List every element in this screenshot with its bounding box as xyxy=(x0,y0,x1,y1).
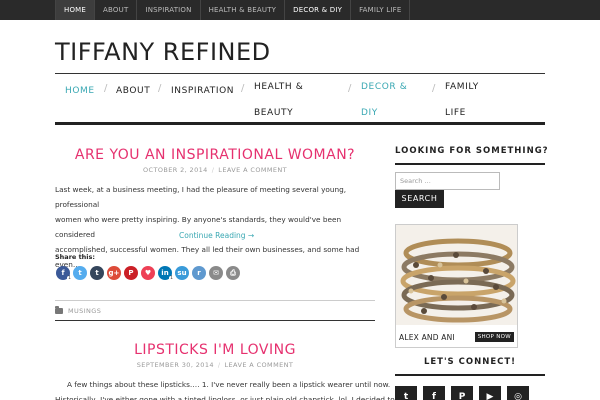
main-nav-separator: / xyxy=(241,83,245,94)
site-title[interactable]: TIFFANY REFINED xyxy=(55,38,271,66)
top-nav-family-life[interactable]: FAMILY LIFE xyxy=(351,0,411,20)
google-plus-icon[interactable]: g+ xyxy=(107,266,121,280)
top-nav-health-beauty[interactable]: HEALTH & BEAUTY xyxy=(201,0,286,20)
main-nav-inspiration[interactable]: INSPIRATION xyxy=(171,81,234,101)
shop-now-button[interactable]: SHOP NOW xyxy=(474,332,514,342)
reddit-icon[interactable]: r xyxy=(192,266,206,280)
search-input[interactable] xyxy=(395,172,500,190)
main-nav-decor-line2: DIY xyxy=(361,108,378,118)
top-nav-decor-diy[interactable]: DECOR & DIY xyxy=(285,0,352,20)
ad-caption: ALEX AND ANI SHOP NOW xyxy=(396,325,517,347)
pocket-icon[interactable]: ♥ xyxy=(141,266,155,280)
email-icon[interactable]: ✉ xyxy=(209,266,223,280)
social-icons: t f P ▶ ◎ xyxy=(395,386,529,400)
youtube-icon[interactable]: ▶ xyxy=(479,386,501,400)
main-nav-about[interactable]: ABOUT xyxy=(116,81,150,101)
twitter-icon[interactable]: t xyxy=(395,386,417,400)
share-count: 1 xyxy=(169,276,174,282)
main-nav: HOME / ABOUT / INSPIRATION / HEALTH & BE… xyxy=(55,73,545,125)
leave-comment-link[interactable]: LEAVE A COMMENT xyxy=(218,166,287,174)
tumblr-icon[interactable]: t xyxy=(90,266,104,280)
post-meta: SEPTEMBER 30, 2014/LEAVE A COMMENT xyxy=(136,361,294,369)
top-nav-home[interactable]: HOME xyxy=(55,0,96,20)
leave-comment-link[interactable]: LEAVE A COMMENT xyxy=(225,361,294,369)
post-divider xyxy=(55,300,375,301)
instagram-icon[interactable]: ◎ xyxy=(507,386,529,400)
continue-reading-link[interactable]: Continue Reading → xyxy=(179,231,254,240)
main-nav-decor-line1: DECOR & xyxy=(361,82,408,92)
main-nav-family-line2: LIFE xyxy=(445,108,466,118)
post-title[interactable]: ARE YOU AN INSPIRATIONAL WOMAN? xyxy=(55,147,375,163)
post-separator xyxy=(55,320,375,321)
search-button[interactable]: SEARCH xyxy=(395,190,444,208)
category-label: MUSINGS xyxy=(68,307,102,315)
main-nav-family-line1: FAMILY xyxy=(445,82,479,92)
main-nav-separator: / xyxy=(158,83,162,94)
share-label: Share this: xyxy=(55,253,96,261)
top-nav-inspiration[interactable]: INSPIRATION xyxy=(137,0,201,20)
excerpt-line: Historically, I've either gone with a ti… xyxy=(55,395,395,400)
main-nav-home[interactable]: HOME xyxy=(65,81,95,101)
excerpt-line: A few things about these lipsticks…. 1. … xyxy=(67,380,391,389)
excerpt-line: Last week, at a business meeting, I had … xyxy=(55,185,347,209)
post-category[interactable]: MUSINGS xyxy=(55,306,102,315)
ad-brand: ALEX AND ANI xyxy=(399,333,455,342)
share-buttons: f 1 t t g+ P ♥ in 1 su r ✉ ⎙ xyxy=(56,266,240,282)
main-nav-separator: / xyxy=(104,83,108,94)
share-count: 1 xyxy=(67,276,72,282)
top-bar: HOME ABOUT INSPIRATION HEALTH & BEAUTY D… xyxy=(0,0,600,20)
widget-rule xyxy=(395,374,545,376)
post-date: OCTOBER 2, 2014 xyxy=(143,166,208,174)
bracelets-image xyxy=(396,225,517,327)
search-widget-title: LOOKING FOR SOMETHING? xyxy=(395,146,549,156)
facebook-icon[interactable]: f1 xyxy=(56,266,72,282)
pinterest-icon[interactable]: P xyxy=(451,386,473,400)
alex-and-ani-ad[interactable]: ALEX AND ANI SHOP NOW xyxy=(395,224,518,348)
post-meta: OCTOBER 2, 2014/LEAVE A COMMENT xyxy=(143,166,287,174)
folder-icon xyxy=(55,306,63,314)
print-icon[interactable]: ⎙ xyxy=(226,266,240,280)
top-nav-about[interactable]: ABOUT xyxy=(95,0,138,20)
post-title[interactable]: LIPSTICKS I'M LOVING xyxy=(55,342,375,358)
post-excerpt: A few things about these lipsticks…. 1. … xyxy=(55,377,395,400)
main-nav-health-beauty[interactable]: HEALTH & BEAUTY xyxy=(254,74,303,126)
connect-widget-title: LET'S CONNECT! xyxy=(423,357,517,367)
main-nav-separator: / xyxy=(348,83,352,94)
stumbleupon-icon[interactable]: su xyxy=(175,266,189,280)
post-excerpt: Last week, at a business meeting, I had … xyxy=(55,182,377,272)
twitter-icon[interactable]: t xyxy=(73,266,87,280)
widget-rule xyxy=(395,163,545,165)
top-nav: HOME ABOUT INSPIRATION HEALTH & BEAUTY D… xyxy=(55,0,411,20)
main-nav-family-life[interactable]: FAMILY LIFE xyxy=(445,74,479,126)
main-nav-decor-diy[interactable]: DECOR & DIY xyxy=(361,74,407,126)
post-date: SEPTEMBER 30, 2014 xyxy=(136,361,214,369)
linkedin-icon[interactable]: in 1 xyxy=(158,266,174,282)
main-nav-health-line1: HEALTH & xyxy=(254,82,304,92)
main-nav-health-line2: BEAUTY xyxy=(254,108,294,118)
facebook-icon[interactable]: f xyxy=(423,386,445,400)
main-nav-separator: / xyxy=(432,83,436,94)
pinterest-icon[interactable]: P xyxy=(124,266,138,280)
